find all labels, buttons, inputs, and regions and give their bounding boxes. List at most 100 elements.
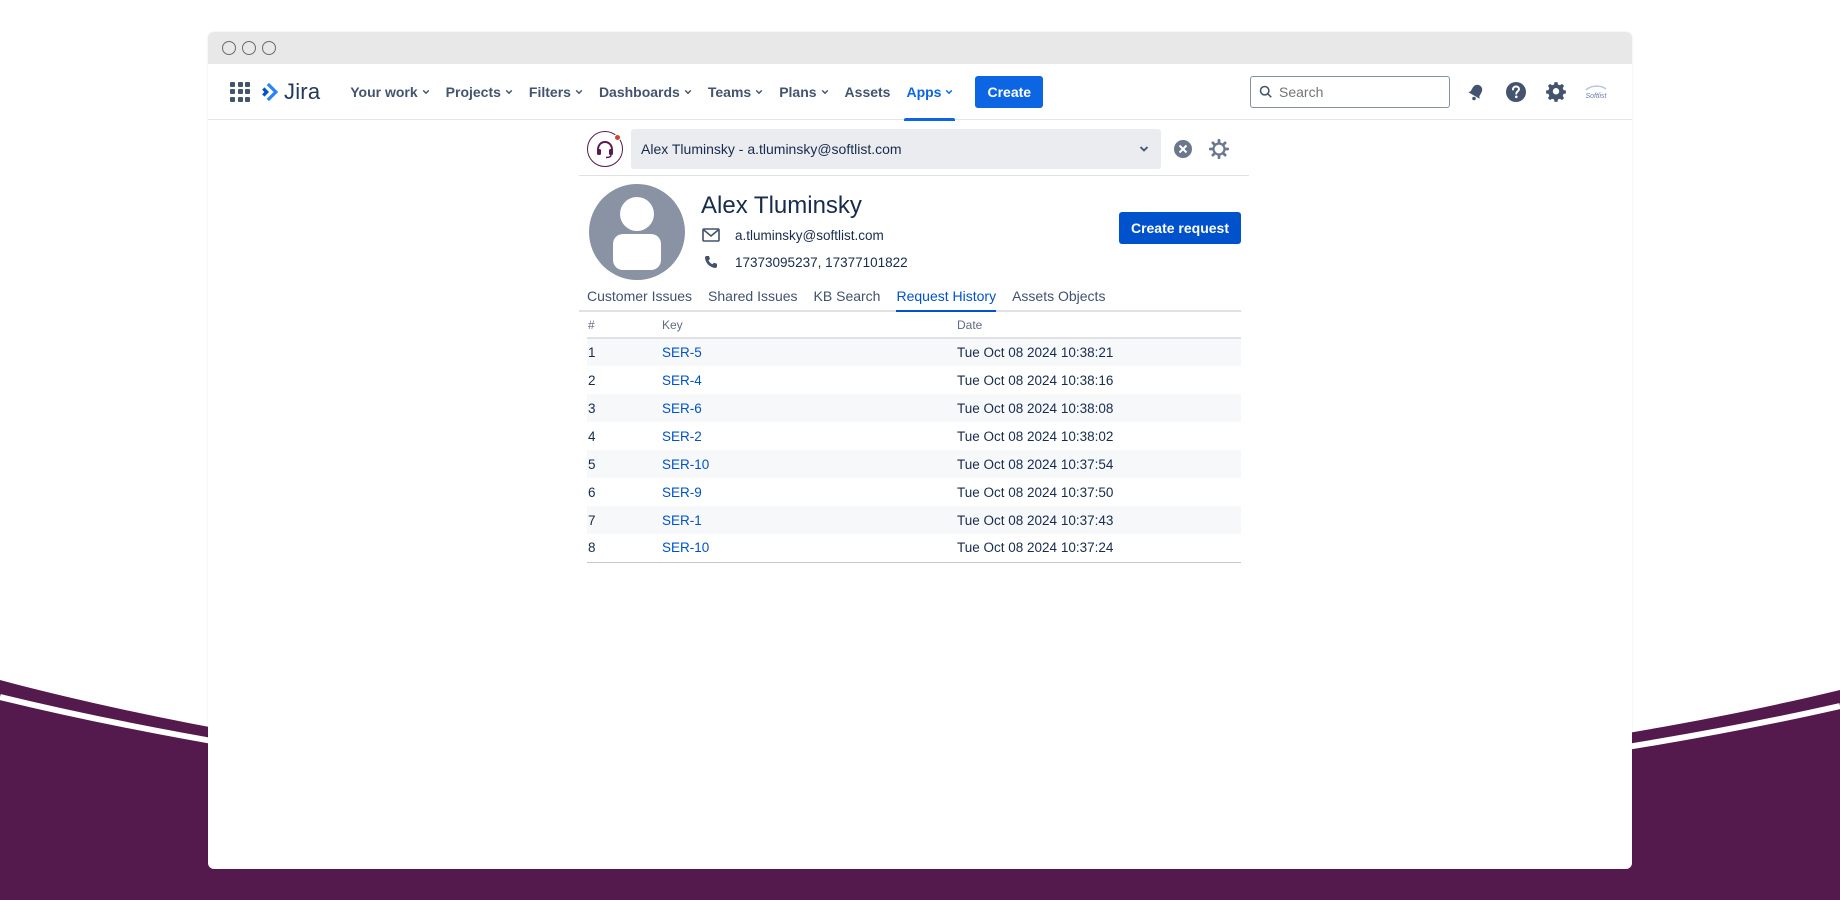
headset-icon bbox=[597, 140, 613, 158]
nav-assets-label: Assets bbox=[844, 83, 891, 100]
table-row: 2 SER-4 Tue Oct 08 2024 10:38:16 bbox=[587, 366, 1241, 394]
row-number: 3 bbox=[588, 400, 596, 416]
customer-email: a.tluminsky@softlist.com bbox=[735, 227, 884, 243]
row-date: Tue Oct 08 2024 10:37:43 bbox=[957, 512, 1114, 528]
settings-button[interactable] bbox=[1542, 78, 1570, 106]
nav-apps-label: Apps bbox=[906, 83, 942, 100]
chevron-down-icon bbox=[575, 89, 583, 94]
nav-your-work-label: Your work bbox=[350, 83, 418, 100]
clear-customer-button[interactable] bbox=[1169, 135, 1197, 163]
profile-info: Alex Tluminsky a.tluminsky@softlist.com … bbox=[701, 184, 908, 284]
customer-panel: Alex Tluminsky - a.tluminsky@softlist.co… bbox=[579, 122, 1249, 563]
chevron-down-icon bbox=[821, 89, 828, 94]
nav-teams-label: Teams bbox=[707, 83, 752, 100]
agent-headset-icon[interactable] bbox=[587, 130, 623, 167]
gear-icon bbox=[1546, 82, 1566, 102]
customer-select[interactable]: Alex Tluminsky - a.tluminsky@softlist.co… bbox=[631, 128, 1161, 169]
table-row: 6 SER-9 Tue Oct 08 2024 10:37:50 bbox=[587, 478, 1241, 506]
row-date: Tue Oct 08 2024 10:37:50 bbox=[957, 484, 1114, 500]
row-number: 1 bbox=[588, 345, 596, 360]
phone-icon bbox=[705, 256, 717, 268]
window-minimize-control[interactable] bbox=[242, 41, 256, 55]
panel-settings-button[interactable] bbox=[1205, 135, 1233, 163]
nav-filters[interactable]: Filters bbox=[521, 64, 591, 120]
nav-dashboards-label: Dashboards bbox=[598, 83, 680, 100]
table-row: 1 SER-5 Tue Oct 08 2024 10:38:21 bbox=[587, 338, 1241, 366]
clear-icon bbox=[1174, 139, 1192, 158]
row-date: Tue Oct 08 2024 10:37:54 bbox=[957, 456, 1114, 472]
tab-customer-issues[interactable]: Customer Issues bbox=[587, 284, 692, 310]
chevron-down-icon bbox=[1139, 145, 1149, 152]
tab-request-history[interactable]: Request History bbox=[896, 284, 996, 312]
customer-name: Alex Tluminsky bbox=[701, 192, 862, 219]
row-number: 4 bbox=[588, 428, 596, 444]
gear-icon bbox=[1208, 138, 1230, 159]
column-header-date: Date bbox=[956, 312, 1241, 339]
issue-key-link[interactable]: SER-4 bbox=[662, 373, 702, 388]
row-number: 2 bbox=[588, 372, 596, 388]
row-date: Tue Oct 08 2024 10:38:08 bbox=[957, 400, 1114, 416]
search-box[interactable] bbox=[1250, 76, 1450, 108]
chevron-down-icon bbox=[505, 89, 513, 94]
window-titlebar bbox=[208, 32, 1632, 64]
table-row: 7 SER-1 Tue Oct 08 2024 10:37:43 bbox=[587, 506, 1241, 534]
chevron-down-icon bbox=[684, 89, 692, 94]
issue-key-link[interactable]: SER-10 bbox=[662, 457, 709, 472]
window-maximize-control[interactable] bbox=[262, 41, 276, 55]
nav-teams[interactable]: Teams bbox=[700, 64, 771, 120]
nav-projects[interactable]: Projects bbox=[438, 64, 521, 120]
nav-right-controls: Softlist bbox=[1250, 76, 1610, 108]
row-number: 6 bbox=[588, 484, 596, 500]
issue-key-link[interactable]: SER-5 bbox=[662, 345, 702, 360]
profile-logo-text: Softlist bbox=[1585, 92, 1607, 100]
table-header-row: # Key Date bbox=[587, 312, 1241, 339]
chevron-down-icon bbox=[946, 89, 953, 94]
issue-key-link[interactable]: SER-2 bbox=[662, 429, 702, 444]
search-icon bbox=[1259, 85, 1272, 98]
issue-key-link[interactable]: SER-1 bbox=[662, 513, 702, 528]
bell-icon bbox=[1468, 84, 1483, 101]
tab-assets-objects[interactable]: Assets Objects bbox=[1012, 284, 1105, 310]
tab-kb-search[interactable]: KB Search bbox=[814, 284, 881, 310]
top-navigation: Jira Your work Projects Filters Dashboar… bbox=[208, 64, 1632, 121]
profile-avatar[interactable]: Softlist bbox=[1582, 78, 1610, 106]
column-header-number: # bbox=[587, 312, 661, 339]
help-button[interactable] bbox=[1502, 78, 1530, 106]
user-icon bbox=[613, 197, 661, 270]
request-history-table: # Key Date 1 SER-5 Tue Oct 08 2024 10:38… bbox=[587, 312, 1241, 563]
nav-filters-label: Filters bbox=[528, 83, 571, 100]
customer-phone: 17373095237, 17377101822 bbox=[735, 254, 908, 270]
nav-plans-label: Plans bbox=[779, 83, 817, 100]
issue-key-link[interactable]: SER-10 bbox=[662, 540, 709, 555]
issue-key-link[interactable]: SER-9 bbox=[662, 485, 702, 500]
nav-assets[interactable]: Assets bbox=[837, 64, 899, 120]
app-switcher-icon[interactable] bbox=[228, 80, 252, 104]
chevron-down-icon bbox=[422, 89, 429, 94]
nav-plans[interactable]: Plans bbox=[771, 64, 836, 120]
nav-projects-label: Projects bbox=[445, 83, 501, 100]
mail-icon bbox=[702, 228, 720, 242]
notifications-button[interactable] bbox=[1462, 78, 1490, 106]
tab-shared-issues[interactable]: Shared Issues bbox=[708, 284, 798, 310]
customer-picker-row: Alex Tluminsky - a.tluminsky@softlist.co… bbox=[579, 122, 1249, 176]
table-row: 4 SER-2 Tue Oct 08 2024 10:38:02 bbox=[587, 422, 1241, 450]
nav-apps[interactable]: Apps bbox=[898, 64, 961, 121]
create-button[interactable]: Create bbox=[975, 75, 1044, 108]
nav-dashboards[interactable]: Dashboards bbox=[591, 64, 700, 120]
customer-email-line: a.tluminsky@softlist.com bbox=[701, 223, 908, 247]
browser-window: Jira Your work Projects Filters Dashboar… bbox=[208, 32, 1632, 869]
nav-your-work[interactable]: Your work bbox=[342, 64, 437, 120]
row-date: Tue Oct 08 2024 10:38:21 bbox=[957, 345, 1114, 360]
create-request-button[interactable]: Create request bbox=[1118, 212, 1241, 244]
row-date: Tue Oct 08 2024 10:37:24 bbox=[956, 534, 1241, 563]
jira-logo-text: Jira bbox=[284, 78, 321, 104]
window-close-control[interactable] bbox=[222, 41, 236, 55]
customer-phone-line: 17373095237, 17377101822 bbox=[701, 250, 908, 274]
row-number: 7 bbox=[588, 512, 596, 528]
jira-logo[interactable]: Jira bbox=[258, 79, 320, 105]
issue-key-link[interactable]: SER-6 bbox=[662, 401, 702, 416]
table-row: 3 SER-6 Tue Oct 08 2024 10:38:08 bbox=[587, 394, 1241, 422]
help-icon bbox=[1506, 82, 1526, 102]
search-input[interactable] bbox=[1279, 84, 1429, 100]
table-row: 5 SER-10 Tue Oct 08 2024 10:37:54 bbox=[587, 450, 1241, 478]
